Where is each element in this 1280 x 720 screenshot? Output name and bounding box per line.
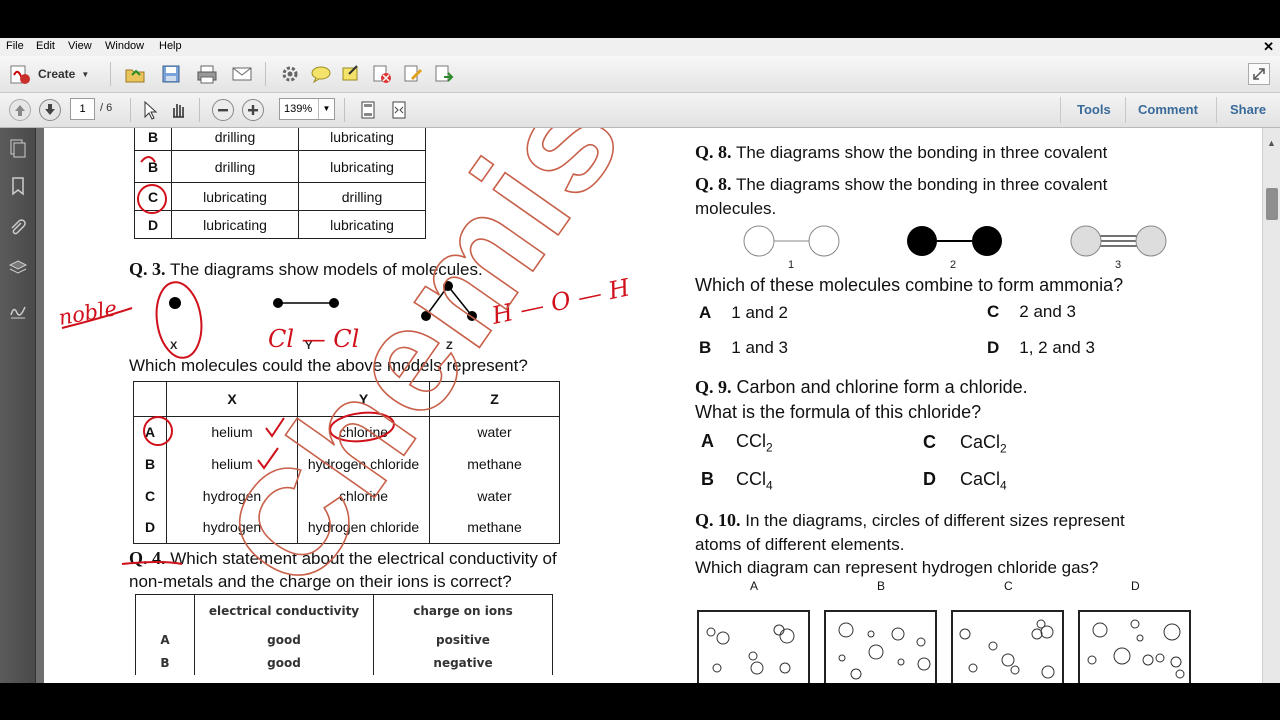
comment-bubble-icon[interactable] [310, 63, 332, 85]
tools-link[interactable]: Tools [1077, 102, 1111, 117]
layers-icon[interactable] [8, 258, 28, 278]
annotation-check [265, 417, 285, 438]
annotation-circle-a [143, 416, 173, 446]
pdf-page: Bdrilling lubricating Bdrilling lubricatin… [44, 128, 1262, 683]
comment-link[interactable]: Comment [1138, 102, 1198, 117]
menu-edit[interactable]: Edit [36, 40, 55, 52]
previous-page-icon[interactable] [9, 99, 31, 121]
annotation-circle-c [137, 184, 167, 214]
annotation-h-o-h: H — O — H [488, 273, 633, 330]
toolbar-divider [199, 98, 200, 122]
close-document-icon[interactable]: ✕ [1263, 39, 1274, 55]
open-folder-icon[interactable] [124, 63, 146, 85]
annotation-cl-cl: Cl — Cl [268, 325, 359, 353]
print-icon[interactable] [196, 63, 218, 85]
toolbar-divider [130, 98, 131, 122]
chevron-down-icon: ▼ [81, 69, 90, 79]
chevron-down-icon[interactable]: ▼ [318, 99, 334, 119]
toolbar-divider [110, 62, 111, 86]
menu-bar: File Edit View Window Help ✕ [0, 38, 1280, 56]
signatures-icon[interactable] [8, 300, 28, 320]
create-label: Create [38, 67, 76, 81]
zoom-out-icon[interactable] [212, 99, 234, 121]
hand-tool-icon[interactable] [167, 99, 189, 121]
create-button[interactable]: Create ▼ [8, 62, 89, 86]
toolbar-divider [1125, 97, 1126, 123]
delete-page-icon[interactable] [371, 63, 393, 85]
fit-width-icon[interactable] [388, 99, 410, 121]
zoom-in-icon[interactable] [242, 99, 264, 121]
annotation-mark-b [140, 156, 156, 163]
export-page-icon[interactable] [433, 63, 455, 85]
menu-file[interactable]: File [6, 40, 24, 52]
annotation-check [257, 447, 279, 470]
scroll-thumb[interactable] [1266, 188, 1278, 220]
menu-view[interactable]: View [68, 40, 92, 52]
top-letterbox [0, 0, 1280, 38]
annotation-strike-q4 [121, 561, 183, 565]
edit-page-icon[interactable] [402, 63, 424, 85]
expand-view-icon[interactable] [1248, 63, 1270, 85]
scroll-up-icon[interactable]: ▲ [1267, 138, 1276, 148]
toolbar-divider [1060, 97, 1061, 123]
page-thumbnails-icon[interactable] [8, 138, 28, 158]
main-toolbar: Create ▼ [0, 56, 1280, 93]
toolbar-divider [265, 62, 266, 86]
vertical-scrollbar[interactable]: ▲ [1262, 128, 1280, 683]
page-number-input[interactable]: 1 [70, 98, 95, 120]
settings-gear-icon[interactable] [279, 63, 301, 85]
annotation-ellipse-x [155, 281, 203, 359]
attachments-paperclip-icon[interactable] [8, 218, 28, 238]
save-icon[interactable] [160, 63, 182, 85]
acrobat-window: File Edit View Window Help ✕ Create ▼ 1 … [0, 0, 1280, 720]
navigation-pane [0, 128, 36, 683]
share-link[interactable]: Share [1230, 102, 1266, 117]
pen-annotations: noble Cl — Cl H — O — H [57, 156, 633, 565]
toolbar-divider [1216, 97, 1217, 123]
document-gutter [36, 128, 44, 683]
next-page-icon[interactable] [39, 99, 61, 121]
zoom-select[interactable]: 139% ▼ [279, 98, 335, 120]
page-total: / 6 [100, 102, 113, 114]
fit-page-icon[interactable] [357, 99, 379, 121]
menu-window[interactable]: Window [105, 40, 144, 52]
zoom-value: 139% [284, 103, 313, 115]
select-cursor-icon[interactable] [138, 99, 160, 121]
bookmarks-icon[interactable] [8, 176, 28, 196]
annotation-circle-chlorine [329, 411, 395, 443]
bottom-letterbox [0, 683, 1280, 720]
toolbar-divider [344, 98, 345, 122]
annotation-noble: noble [57, 296, 119, 330]
menu-help[interactable]: Help [159, 40, 182, 52]
highlight-icon[interactable] [340, 63, 362, 85]
email-icon[interactable] [231, 63, 253, 85]
create-pdf-icon [10, 65, 30, 84]
